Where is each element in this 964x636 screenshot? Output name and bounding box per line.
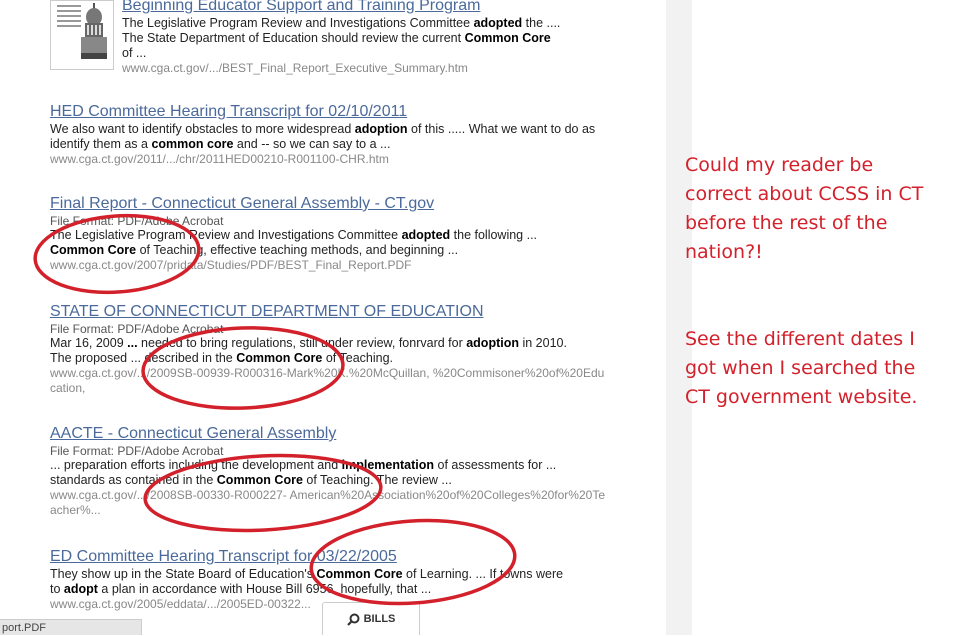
- result-title-link[interactable]: HED Committee Hearing Transcript for 02/…: [50, 102, 610, 122]
- document-thumbnail[interactable]: [50, 0, 114, 70]
- search-result: Beginning Educator Support and Training …: [122, 0, 602, 76]
- result-snippet: We also want to identify obstacles to mo…: [50, 122, 596, 151]
- result-snippet: ... preparation efforts including the de…: [50, 458, 557, 487]
- result-snippet: Mar 16, 2009 ... needed to bring regulat…: [50, 336, 567, 365]
- result-title-link[interactable]: ED Committee Hearing Transcript for 03/2…: [50, 547, 610, 567]
- result-url: www.cga.ct.gov/.../2008SB-00330-R000227-…: [50, 488, 605, 517]
- annotation-pane: [692, 0, 964, 635]
- result-title-link[interactable]: Final Report - Connecticut General Assem…: [50, 194, 610, 214]
- result-url: www.cga.ct.gov/.../2009SB-00939-R000316-…: [50, 366, 605, 395]
- thumbnail-text-lines: [57, 5, 81, 30]
- pane-divider: [666, 0, 692, 635]
- result-url: www.cga.ct.gov/2007/pridata/Studies/PDF/…: [50, 258, 412, 272]
- result-url: www.cga.ct.gov/.../BEST_Final_Report_Exe…: [122, 61, 468, 75]
- result-snippet: They show up in the State Board of Educa…: [50, 567, 564, 596]
- search-result: Final Report - Connecticut General Assem…: [50, 194, 610, 273]
- result-snippet: The Legislative Program Review and Inves…: [122, 16, 561, 60]
- bills-button[interactable]: BILLS: [322, 602, 420, 635]
- search-icon: [346, 613, 360, 626]
- result-file-format: File Format: PDF/Adobe Acrobat: [50, 444, 224, 458]
- result-snippet: The Legislative Program Review and Inves…: [50, 228, 538, 257]
- result-title-link[interactable]: STATE OF CONNECTICUT DEPARTMENT OF EDUCA…: [50, 302, 610, 322]
- annotation-note-question: Could my reader be correct about CCSS in…: [685, 154, 924, 263]
- result-file-format: File Format: PDF/Adobe Acrobat: [50, 322, 224, 336]
- result-title-link[interactable]: Beginning Educator Support and Training …: [122, 0, 602, 16]
- search-result: HED Committee Hearing Transcript for 02/…: [50, 102, 610, 167]
- result-file-format: File Format: PDF/Adobe Acrobat: [50, 214, 224, 228]
- browser-status-bar: port.PDF: [0, 619, 142, 635]
- search-result: STATE OF CONNECTICUT DEPARTMENT OF EDUCA…: [50, 302, 610, 396]
- search-result: AACTE - Connecticut General Assembly Fil…: [50, 424, 610, 518]
- result-url: www.cga.ct.gov/2011/.../chr/2011HED00210…: [50, 152, 389, 166]
- search-results-pane: Beginning Educator Support and Training …: [0, 0, 666, 635]
- bills-button-label: BILLS: [363, 613, 396, 625]
- annotation-note-dates: See the different dates I got when I sea…: [685, 328, 918, 408]
- result-title-link[interactable]: AACTE - Connecticut General Assembly: [50, 424, 610, 444]
- capitol-dome-icon: [81, 3, 107, 59]
